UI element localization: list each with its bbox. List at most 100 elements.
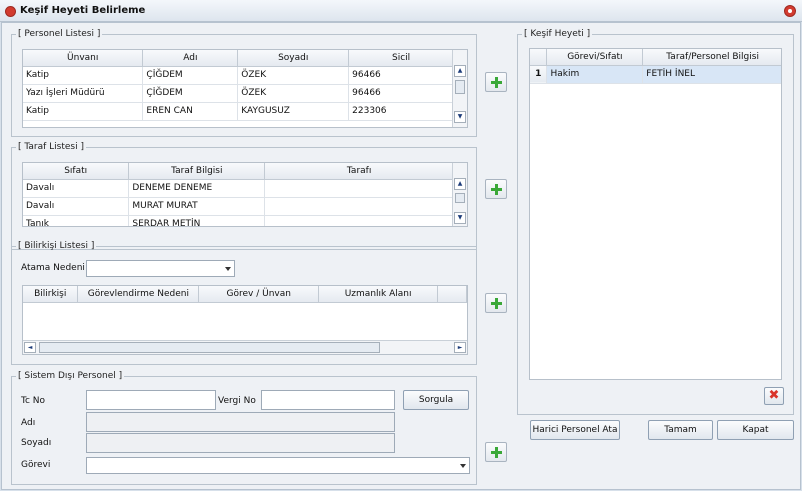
tcno-label: Tc No [21,396,46,406]
bilirkisi-listesi-legend: [ Bilirkişi Listesi ] [18,241,95,251]
plus-icon [491,184,502,195]
kapat-button[interactable]: Kapat [717,420,794,440]
dialog-body: [ Personel Listesi ] Ünvanı Adı Soyadı S… [1,22,801,490]
cell: Davalı [23,179,130,198]
adi-field [86,412,395,432]
column-header[interactable]: Görev / Ünvan [198,286,320,303]
column-header[interactable]: Sıfatı [23,163,130,180]
column-header[interactable]: Soyadı [237,50,350,67]
personel-grid[interactable]: Ünvanı Adı Soyadı Sicil Katip ÇİĞDEM ÖZE… [22,49,468,128]
cell: 223306 [348,102,454,121]
scroll-right-icon[interactable]: ► [454,342,466,353]
delete-button[interactable]: ✖ [764,387,784,405]
taraf-listesi-legend: [ Taraf Listesi ] [18,142,84,152]
kesif-grid[interactable]: Görevi/Sıfatı Taraf/Personel Bilgisi 1 H… [529,48,782,380]
cell [264,197,454,216]
window-title: Keşif Heyeti Belirleme [20,5,146,16]
column-header[interactable]: Uzmanlık Alanı [318,286,439,303]
scroll-down-icon[interactable]: ▼ [454,111,466,123]
table-row[interactable]: Yazı İşleri Müdürü ÇİĞDEM ÖZEK 96466 [23,84,454,103]
sistem-disi-legend: [ Sistem Dışı Personel ] [18,371,123,381]
column-header[interactable]: Görevlendirme Nedeni [77,286,200,303]
personel-listesi-legend: [ Personel Listesi ] [18,29,101,39]
tcno-input[interactable] [86,390,216,410]
sorgula-button[interactable]: Sorgula [403,390,469,410]
scroll-thumb[interactable] [455,80,465,94]
cell: ÇİĞDEM [142,84,239,103]
add-personel-button[interactable] [485,72,507,92]
cell: 96466 [348,66,454,85]
column-header-filler [437,286,467,303]
tamam-button[interactable]: Tamam [648,420,713,440]
gorevi-label: Görevi [21,460,51,470]
scroll-up-icon[interactable]: ▲ [454,65,466,77]
row-number: 1 [530,65,548,84]
cell: 96466 [348,84,454,103]
harici-personel-ata-button[interactable]: Harici Personel Ata [530,420,620,440]
vergino-label: Vergi No [218,396,256,406]
column-header[interactable]: Bilirkişi [23,286,79,303]
column-header[interactable]: Adı [142,50,239,67]
bilirkisi-grid[interactable]: Bilirkişi Görevlendirme Nedeni Görev / Ü… [22,285,468,355]
taraf-grid[interactable]: Sıfatı Taraf Bilgisi Tarafı Davalı DENEM… [22,162,468,227]
cell: ÇİĞDEM [142,66,239,85]
column-header[interactable]: Sicil [348,50,454,67]
column-header[interactable]: Taraf Bilgisi [128,163,266,180]
adi-label: Adı [21,418,36,428]
cell: Hakim [546,65,644,84]
cell: Tanık [23,215,130,226]
scroll-up-icon[interactable]: ▲ [454,178,466,190]
scroll-thumb[interactable] [39,342,380,353]
delete-icon: ✖ [768,388,780,403]
column-header[interactable]: Taraf/Personel Bilgisi [642,49,781,66]
horizontal-scrollbar[interactable]: ◄ ► [23,340,467,354]
cell: MURAT MURAT [128,197,266,216]
row-header-corner [530,49,548,66]
app-icon [5,6,16,17]
table-row[interactable]: Katip ÇİĞDEM ÖZEK 96466 [23,66,454,85]
table-row[interactable]: Davalı MURAT MURAT [23,197,454,216]
cell: Katip [23,102,144,121]
cell: Katip [23,66,144,85]
kesif-heyeti-legend: [ Keşif Heyeti ] [524,29,591,39]
scroll-thumb[interactable] [455,193,465,203]
cell: ÖZEK [237,66,350,85]
cell: Davalı [23,197,130,216]
plus-icon [491,298,502,309]
gorevi-select[interactable] [86,457,470,474]
cell: SERDAR METİN [128,215,266,226]
add-bilirkisi-button[interactable] [485,293,507,313]
chevron-down-icon [225,267,231,271]
plus-icon [491,447,502,458]
title-bar: Keşif Heyeti Belirleme [0,0,802,22]
cell: FETİH İNEL [642,65,781,84]
atama-nedeni-select[interactable] [86,260,235,277]
plus-icon [491,77,502,88]
column-header[interactable]: Görevi/Sıfatı [546,49,644,66]
cell: Yazı İşleri Müdürü [23,84,144,103]
table-row[interactable]: Katip EREN CAN KAYGUSUZ 223306 [23,102,454,121]
vergino-input[interactable] [261,390,395,410]
chevron-down-icon [460,464,466,468]
table-row[interactable]: 1 Hakim FETİH İNEL [530,65,781,84]
add-sistem-disi-button[interactable] [485,442,507,462]
cell: KAYGUSUZ [237,102,350,121]
scroll-down-icon[interactable]: ▼ [454,212,466,224]
close-icon[interactable] [784,5,796,17]
vertical-scrollbar[interactable]: ▲ ▼ [452,163,467,226]
cell: DENEME DENEME [128,179,266,198]
add-taraf-button[interactable] [485,179,507,199]
cell: ÖZEK [237,84,350,103]
atama-nedeni-label: Atama Nedeni [21,263,85,273]
soyadi-field [86,433,395,453]
cell: EREN CAN [142,102,239,121]
column-header[interactable]: Ünvanı [23,50,144,67]
vertical-scrollbar[interactable]: ▲ ▼ [452,50,467,127]
table-row[interactable]: Tanık SERDAR METİN [23,215,454,226]
soyadi-label: Soyadı [21,438,52,448]
cell [264,215,454,226]
table-row[interactable]: Davalı DENEME DENEME [23,179,454,198]
scroll-left-icon[interactable]: ◄ [24,342,36,353]
cell [264,179,454,198]
column-header[interactable]: Tarafı [264,163,454,180]
